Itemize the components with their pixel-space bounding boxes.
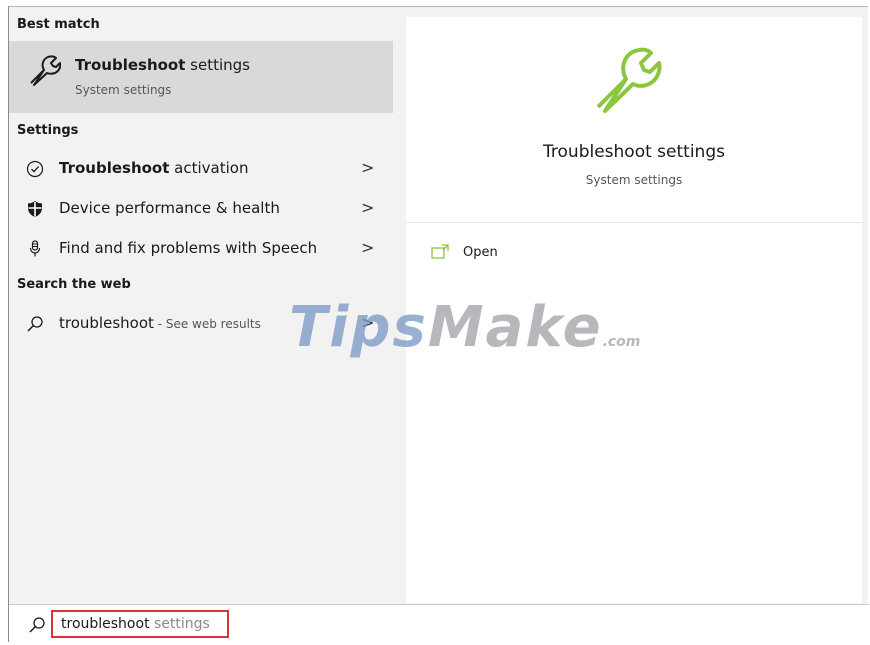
settings-item-label: Find and fix problems with Speech xyxy=(59,239,318,257)
wrench-icon xyxy=(596,47,662,113)
best-match-header: Best match xyxy=(17,17,100,32)
settings-item-speech[interactable]: Find and fix problems with Speech > xyxy=(9,230,393,268)
open-action[interactable]: Open xyxy=(431,243,631,267)
settings-item-label: Device performance & health xyxy=(59,199,280,217)
chevron-right-icon[interactable]: > xyxy=(361,313,374,332)
microphone-icon xyxy=(29,240,41,257)
web-result-label: troubleshoot - See web results xyxy=(59,314,261,332)
best-match-item[interactable]: Troubleshoot settings System settings xyxy=(9,41,393,113)
best-match-subtitle: System settings xyxy=(75,83,172,97)
search-bar[interactable]: troubleshoot settings xyxy=(9,604,869,643)
divider xyxy=(406,222,862,223)
check-circle-icon xyxy=(26,160,44,178)
open-action-label: Open xyxy=(463,245,498,260)
open-window-icon xyxy=(431,244,449,259)
chevron-right-icon[interactable]: > xyxy=(361,158,374,177)
settings-header: Settings xyxy=(17,123,79,138)
shield-icon xyxy=(28,201,42,217)
chevron-right-icon[interactable]: > xyxy=(361,238,374,257)
settings-item-device-performance[interactable]: Device performance & health > xyxy=(9,190,393,228)
preview-title: Troubleshoot settings xyxy=(543,142,725,162)
settings-item-label: Troubleshoot activation xyxy=(59,159,249,177)
search-web-header: Search the web xyxy=(17,277,131,292)
wrench-icon xyxy=(30,55,61,86)
results-list: Best match Troubleshoot settings System … xyxy=(9,7,405,603)
preview-subtitle: System settings xyxy=(585,173,683,187)
start-search-window: Best match Troubleshoot settings System … xyxy=(8,6,869,643)
chevron-right-icon[interactable]: > xyxy=(361,198,374,217)
settings-item-troubleshoot-activation[interactable]: Troubleshoot activation > xyxy=(9,150,393,188)
search-input[interactable]: troubleshoot settings xyxy=(51,610,229,638)
search-icon xyxy=(27,316,43,332)
preview-pane: Troubleshoot settings System settings Op… xyxy=(406,17,862,603)
search-icon xyxy=(29,617,45,633)
best-match-title: Troubleshoot settings xyxy=(75,56,250,74)
web-result-item[interactable]: troubleshoot - See web results > xyxy=(9,305,393,343)
search-input-text: troubleshoot settings xyxy=(61,616,210,632)
